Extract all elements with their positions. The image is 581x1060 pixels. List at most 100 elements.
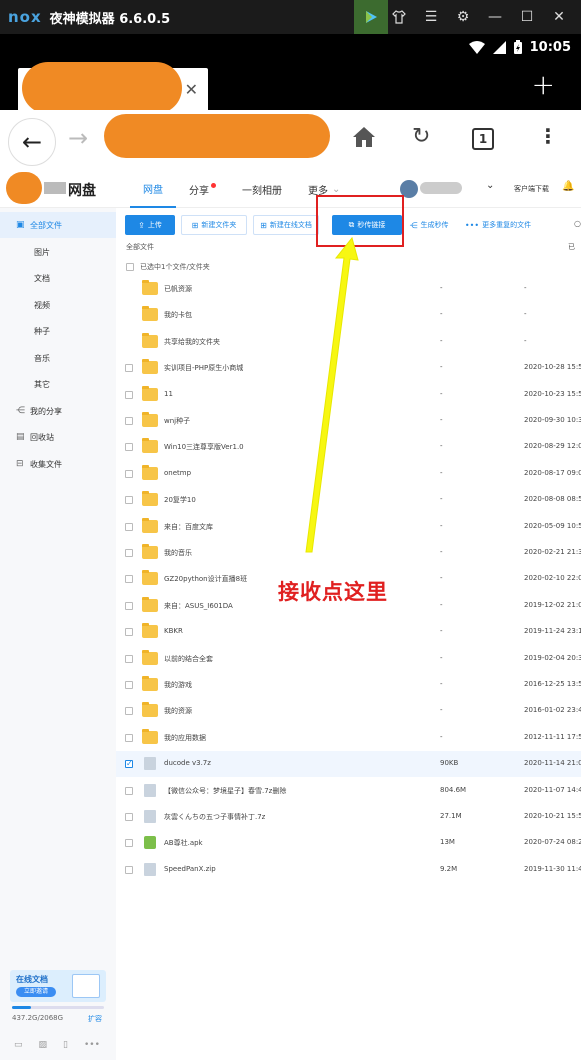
file-name[interactable]: 来自：百度文库 — [164, 522, 213, 532]
file-name[interactable]: 实训项目-PHP原生小商城 — [164, 363, 243, 373]
nav-tab-album[interactable]: 一刻相册 — [229, 170, 295, 208]
table-row[interactable]: 20复学10 - 2020-08-08 08:58 — [116, 487, 581, 513]
table-row[interactable]: KBKR - 2019-11-24 23:11 — [116, 619, 581, 645]
image-icon[interactable]: ▨ — [39, 1040, 48, 1050]
forward-icon[interactable]: → — [68, 124, 88, 152]
file-name[interactable]: SpeedPanX.zip — [164, 865, 216, 873]
row-checkbox[interactable] — [125, 469, 133, 478]
file-name[interactable]: wnj种子 — [164, 416, 190, 426]
file-name[interactable]: ducode v3.7z — [164, 759, 211, 767]
table-row[interactable]: 我的音乐 - 2020-02-21 21:32 — [116, 540, 581, 566]
sidebar-item-my-share[interactable]: ⋲ 我的分享 — [0, 398, 116, 424]
reload-icon[interactable]: ↻ — [412, 124, 430, 149]
sidebar-item-videos[interactable]: 视频 — [0, 292, 116, 318]
menu-icon[interactable]: ☰ — [415, 0, 447, 34]
row-checkbox[interactable] — [125, 575, 133, 584]
row-checkbox[interactable] — [125, 813, 133, 821]
file-name[interactable]: 已帆资源 — [164, 284, 192, 294]
nav-tab-share[interactable]: 分享 — [176, 170, 229, 208]
file-name[interactable]: 共享给我的文件夹 — [164, 337, 220, 347]
breadcrumb[interactable]: 全部文件 — [126, 242, 154, 252]
row-checkbox[interactable] — [125, 628, 133, 637]
gear-icon[interactable]: ⚙ — [447, 0, 479, 34]
more-duplicate-button[interactable]: ••• 更多重复的文件 — [456, 215, 540, 235]
row-checkbox[interactable] — [125, 654, 133, 663]
shirt-icon[interactable] — [383, 0, 415, 34]
mobile-icon[interactable]: ▯ — [63, 1040, 68, 1050]
file-name[interactable]: 灰雲くんちの五つ子事情补丁.7z — [164, 812, 265, 822]
row-checkbox[interactable] — [125, 417, 133, 425]
file-name[interactable]: 我的卡包 — [164, 310, 192, 320]
file-name[interactable]: 我的音乐 — [164, 548, 192, 558]
table-row[interactable]: 我的卡包 - - — [116, 302, 581, 328]
table-row[interactable]: 【微信公众号：梦境星子】春雪.7z删除 804.6M 2020-11-07 14:4… — [116, 778, 581, 804]
select-all-checkbox[interactable] — [126, 263, 134, 271]
file-name[interactable]: onetmp — [164, 469, 191, 477]
device-icon[interactable]: ▭ — [14, 1040, 23, 1050]
table-row[interactable]: 灰雲くんちの五つ子事情补丁.7z 27.1M 2020-10-21 15:57 — [116, 804, 581, 830]
file-name[interactable]: 以前的结合全套 — [164, 654, 213, 664]
close-icon[interactable]: ✕ — [543, 0, 575, 34]
table-row[interactable]: 共享给我的文件夹 - - — [116, 329, 581, 355]
row-checkbox[interactable] — [125, 364, 133, 373]
nav-tab-netdisk[interactable]: 网盘 — [130, 170, 176, 208]
row-checkbox[interactable] — [125, 549, 133, 557]
table-row[interactable]: Win10三连尊享版Ver1.0 - 2020-08-29 12:07 — [116, 434, 581, 460]
row-checkbox[interactable] — [125, 496, 133, 505]
sidebar-item-recycle[interactable]: ▤ 回收站 — [0, 424, 116, 450]
table-row[interactable]: SpeedPanX.zip 9.2M 2019-11-30 11:48 — [116, 857, 581, 883]
row-checkbox[interactable] — [125, 522, 133, 531]
row-checkbox[interactable] — [125, 390, 133, 399]
bell-icon[interactable]: 🔔 — [562, 181, 574, 192]
sidebar-item-torrents[interactable]: 种子 — [0, 318, 116, 344]
table-row[interactable]: 我的资源 - 2016-01-02 23:48 — [116, 698, 581, 724]
table-row[interactable]: onetmp - 2020-08-17 09:04 — [116, 461, 581, 487]
quota-expand-link[interactable]: 扩容 — [88, 1014, 102, 1024]
search-icon[interactable]: ○ — [574, 219, 581, 228]
file-name[interactable]: 【微信公众号：梦境星子】春雪.7z删除 — [164, 786, 286, 796]
file-name[interactable]: KBKR — [164, 627, 183, 635]
table-row[interactable]: 实训项目-PHP原生小商城 - 2020-10-28 15:59 — [116, 355, 581, 381]
promo-banner[interactable]: 在线文档 立即邀请 — [10, 970, 106, 1002]
minimize-icon[interactable]: — — [479, 0, 511, 34]
home-icon[interactable] — [352, 126, 376, 148]
sidebar-item-collect[interactable]: ⊟ 收集文件 — [0, 451, 116, 477]
file-name[interactable]: 我的游戏 — [164, 680, 192, 690]
table-row[interactable]: 11 - 2020-10-23 15:51 — [116, 382, 581, 408]
table-row[interactable]: 我的游戏 - 2016-12-25 13:52 — [116, 672, 581, 698]
new-folder-button[interactable]: ⊞ 新建文件夹 — [181, 215, 247, 235]
row-checkbox[interactable] — [125, 681, 133, 689]
upload-button[interactable]: ⇪ 上传 — [125, 215, 175, 235]
table-row[interactable]: 以前的结合全套 - 2019-02-04 20:36 — [116, 646, 581, 672]
file-name[interactable]: 来自：ASUS_I601DA — [164, 601, 233, 611]
row-checkbox[interactable] — [125, 601, 133, 610]
row-checkbox[interactable] — [125, 839, 133, 848]
maximize-icon[interactable]: ☐ — [511, 0, 543, 34]
file-name[interactable]: 20复学10 — [164, 495, 196, 505]
back-icon[interactable]: ← — [8, 118, 56, 166]
table-row[interactable]: 我的应用数据 - 2012-11-11 17:57 — [116, 725, 581, 751]
table-row[interactable]: 来自：百度文库 - 2020-05-09 10:55 — [116, 514, 581, 540]
file-name[interactable]: 我的资源 — [164, 706, 192, 716]
file-name[interactable]: Win10三连尊享版Ver1.0 — [164, 442, 244, 452]
more-dots-icon[interactable]: ••• — [84, 1040, 100, 1050]
table-row[interactable]: 已帆资源 - - — [116, 276, 581, 302]
client-download-link[interactable]: 客户端下载 — [514, 184, 549, 194]
row-checkbox[interactable]: ✓ — [125, 760, 133, 769]
promo-button[interactable]: 立即邀请 — [16, 987, 56, 997]
table-row[interactable]: AB尊社.apk 13M 2020-07-24 08:28 — [116, 830, 581, 856]
tab-close-icon[interactable]: ✕ — [185, 80, 198, 99]
sidebar-item-images[interactable]: 图片 — [0, 239, 116, 265]
file-name[interactable]: 我的应用数据 — [164, 733, 206, 743]
table-row[interactable]: ✓ ducode v3.7z 90KB 2020-11-14 21:04 — [116, 751, 581, 778]
row-checkbox[interactable] — [125, 443, 133, 452]
sidebar-item-all-files[interactable]: ▣ 全部文件 — [0, 212, 116, 238]
row-checkbox[interactable] — [125, 707, 133, 716]
row-checkbox[interactable] — [125, 733, 133, 742]
new-online-doc-button[interactable]: ⊞ 新建在线文档 — [253, 215, 319, 235]
sidebar-item-other[interactable]: 其它 — [0, 371, 116, 397]
row-checkbox[interactable] — [125, 865, 133, 874]
table-row[interactable]: wnj种子 - 2020-09-30 10:39 — [116, 408, 581, 434]
new-tab-icon[interactable]: + — [532, 68, 555, 101]
generate-instant-button[interactable]: ⋲ 生成秒传 — [403, 215, 455, 235]
